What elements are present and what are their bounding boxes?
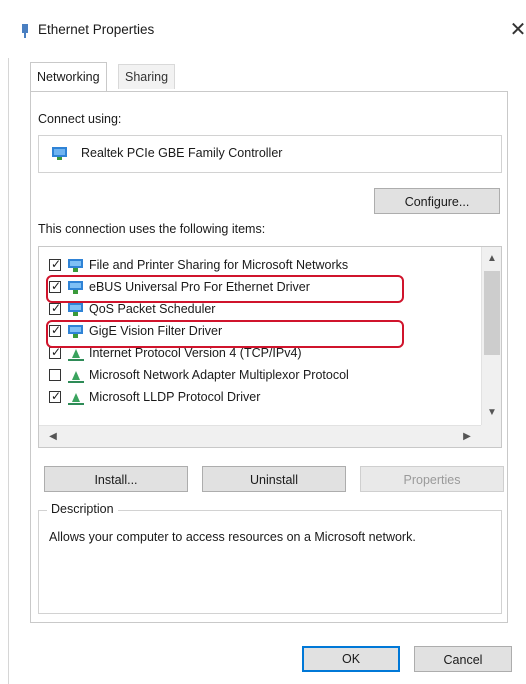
check-mark-icon: ✓ [51,345,62,359]
scroll-up-icon[interactable]: ▲ [482,249,501,269]
scroll-left-icon[interactable]: ◀ [43,427,63,447]
list-item[interactable]: Microsoft Network Adapter Multiplexor Pr… [39,365,479,387]
protocol-icon [68,393,84,405]
check-mark-icon: ✓ [51,389,62,403]
check-mark-icon: ✓ [51,257,62,271]
install-button[interactable]: Install... [44,466,188,492]
item-checkbox[interactable]: ✓ [49,279,62,293]
network-service-icon [68,259,83,272]
close-icon[interactable]: ✕ [510,19,526,41]
item-label: Internet Protocol Version 4 (TCP/IPv4) [89,346,302,360]
description-title: Description [47,502,118,516]
adapter-name: Realtek PCIe GBE Family Controller [81,146,283,160]
check-mark-icon: ✓ [51,279,62,293]
item-checkbox[interactable]: ✓ [49,323,62,337]
scroll-down-icon[interactable]: ▼ [482,403,501,423]
tab-networking[interactable]: Networking [30,62,107,91]
scrollbar-corner [481,425,501,447]
ok-button[interactable]: OK [302,646,400,672]
item-checkbox[interactable]: ✓ [49,345,62,359]
item-label: GigE Vision Filter Driver [89,324,223,338]
item-checkbox[interactable]: ✓ [49,257,62,271]
network-adapter-icon [52,147,67,160]
close-button[interactable]: ✕ [504,16,526,44]
network-service-icon [68,303,83,316]
scroll-right-icon[interactable]: ▶ [457,427,477,447]
vertical-scrollbar[interactable]: ▲ ▼ [481,247,501,425]
list-item[interactable]: ✓ eBUS Universal Pro For Ethernet Driver [39,277,479,299]
ethernet-icon [22,24,28,38]
network-service-icon [68,281,83,294]
item-checkbox[interactable]: ✓ [49,301,62,315]
list-item[interactable]: ✓ Internet Protocol Version 4 (TCP/IPv4) [39,343,479,365]
description-group: Description Allows your computer to acce… [38,502,502,614]
check-mark-icon: ✓ [51,323,62,337]
item-label: File and Printer Sharing for Microsoft N… [89,258,349,272]
list-item[interactable]: ✓ Microsoft LLDP Protocol Driver [39,387,479,409]
list-item[interactable]: ✓ File and Printer Sharing for Microsoft… [39,255,479,277]
protocol-icon [68,371,84,383]
list-item[interactable]: ✓ QoS Packet Scheduler [39,299,479,321]
connect-using-label: Connect using: [38,112,122,126]
item-label: eBUS Universal Pro For Ethernet Driver [89,280,310,294]
adapter-field: Realtek PCIe GBE Family Controller [38,135,502,173]
item-label: Microsoft Network Adapter Multiplexor Pr… [89,368,349,382]
tab-sharing[interactable]: Sharing [118,64,176,89]
network-service-icon [68,325,83,338]
cancel-button[interactable]: Cancel [414,646,512,672]
components-list[interactable]: ✓ File and Printer Sharing for Microsoft… [38,246,502,448]
window-left-border [8,0,9,684]
configure-button[interactable]: Configure... [374,188,500,214]
item-label: QoS Packet Scheduler [89,302,216,316]
scrollbar-thumb[interactable] [484,271,500,355]
properties-button: Properties [360,466,504,492]
title-bar: Ethernet Properties ✕ [8,0,526,58]
items-label: This connection uses the following items… [38,222,266,236]
item-checkbox[interactable] [49,369,61,381]
check-mark-icon: ✓ [51,301,62,315]
uninstall-button[interactable]: Uninstall [202,466,346,492]
window-title: Ethernet Properties [38,22,155,37]
protocol-icon [68,349,84,361]
item-label: Microsoft LLDP Protocol Driver [89,390,261,404]
description-text: Allows your computer to access resources… [49,530,416,544]
item-checkbox[interactable]: ✓ [49,389,62,403]
list-item[interactable]: ✓ GigE Vision Filter Driver [39,321,479,343]
horizontal-scrollbar[interactable]: ◀ ▶ [39,425,481,447]
